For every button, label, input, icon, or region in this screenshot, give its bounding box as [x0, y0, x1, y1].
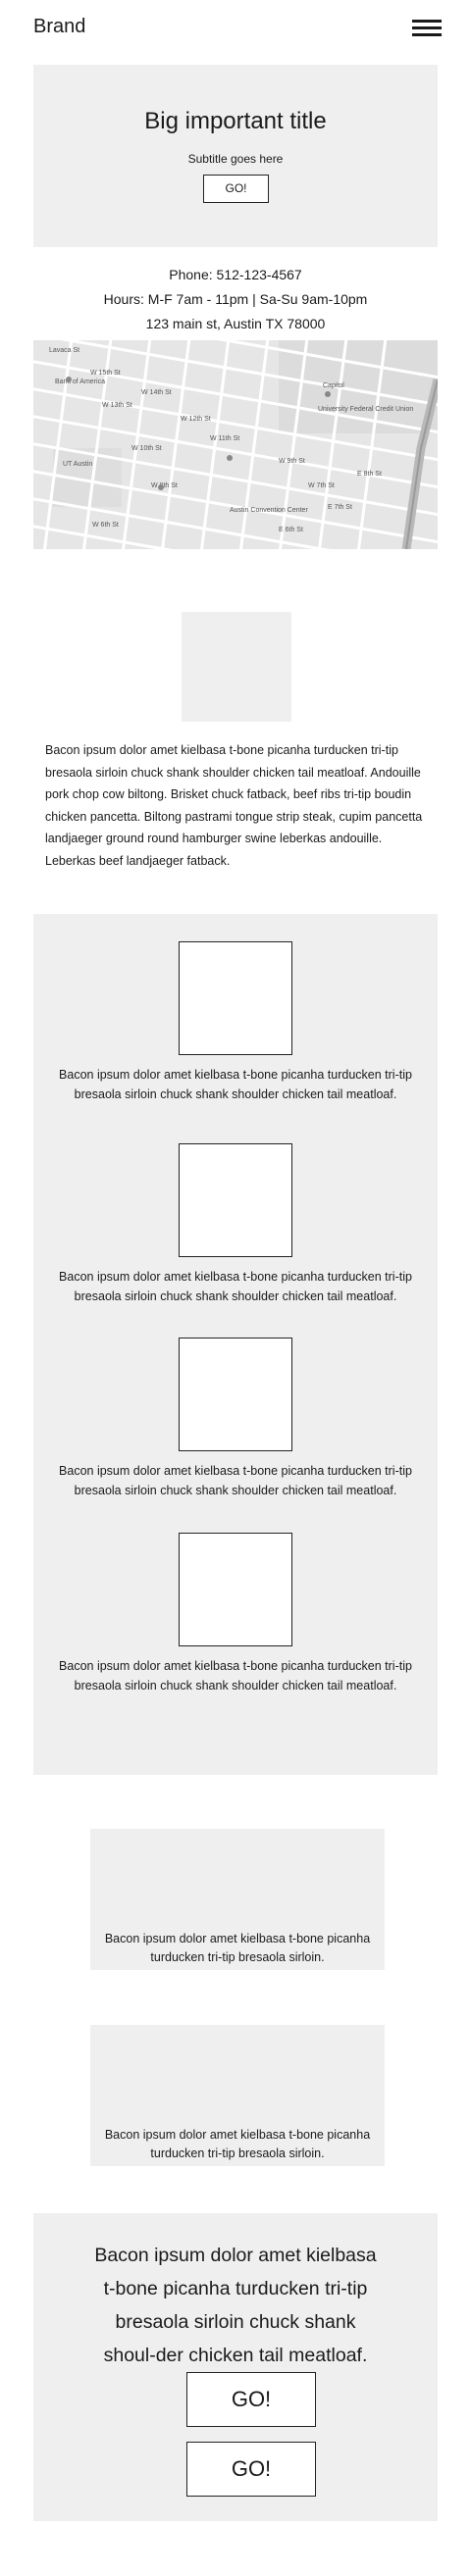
map-street-label: W 9th St: [279, 458, 305, 465]
content-card: Bacon ipsum dolor amet kielbasa t-bone p…: [90, 1829, 385, 1970]
phone-number[interactable]: Phone: 512-123-4567: [0, 263, 471, 287]
feature-image-placeholder: [179, 1533, 292, 1646]
hero-subtitle: Subtitle goes here: [187, 152, 284, 166]
location-map[interactable]: W 15th St W 14th St W 13th St W 12th St …: [33, 340, 438, 549]
map-street-label: W 8th St: [151, 482, 178, 489]
menu-bar: [412, 33, 442, 36]
header: Brand: [0, 0, 471, 55]
menu-bar: [412, 20, 442, 23]
feature-text: Bacon ipsum dolor amet kielbasa t-bone p…: [59, 1068, 412, 1101]
content-card: Bacon ipsum dolor amet kielbasa t-bone p…: [90, 2025, 385, 2166]
hero-section: Big important title Subtitle goes here G…: [33, 65, 438, 247]
feature-image-placeholder: [179, 1338, 292, 1451]
feature-text: Bacon ipsum dolor amet kielbasa t-bone p…: [59, 1464, 412, 1497]
map-graphic: W 15th St W 14th St W 13th St W 12th St …: [33, 340, 438, 549]
map-street-label: W 7th St: [308, 482, 335, 489]
map-street-label: W 13th St: [102, 402, 132, 409]
intro-paragraph: Bacon ipsum dolor amet kielbasa t-bone p…: [45, 743, 423, 868]
map-place-label: University Federal Credit Union: [318, 406, 413, 413]
hamburger-menu-icon[interactable]: [412, 20, 442, 37]
image-placeholder: [182, 612, 291, 722]
card-text: Bacon ipsum dolor amet kielbasa t-bone p…: [104, 1932, 371, 1964]
map-street-label: W 11th St: [210, 435, 239, 442]
map-street-label: W 14th St: [141, 389, 172, 396]
feature-text: Bacon ipsum dolor amet kielbasa t-bone p…: [59, 1659, 412, 1692]
business-hours: Hours: M-F 7am - 11pm | Sa-Su 9am-10pm: [103, 291, 368, 307]
map-place-label: UT Austin: [63, 461, 92, 468]
card-text: Bacon ipsum dolor amet kielbasa t-bone p…: [104, 2128, 371, 2160]
map-place-label: Austin Convention Center: [230, 507, 308, 514]
map-street-label: E 8th St: [357, 471, 382, 478]
menu-bar: [412, 26, 442, 29]
cta-go-button[interactable]: GO!: [186, 2372, 316, 2427]
contact-info: Phone: 512-123-4567 Hours: M-F 7am - 11p…: [0, 263, 471, 336]
map-street-label: W 15th St: [90, 370, 121, 377]
feature-image-placeholder: [179, 941, 292, 1055]
brand-logo[interactable]: Brand: [33, 16, 85, 38]
map-street-label: E 6th St: [279, 527, 303, 533]
hero-go-button[interactable]: GO!: [203, 175, 269, 203]
map-street-label: Lavaca St: [49, 347, 79, 354]
feature-image-placeholder: [179, 1143, 292, 1257]
map-street-label: W 12th St: [181, 416, 211, 423]
map-street-label: W 6th St: [92, 522, 119, 529]
map-place-label: Bank of America: [55, 379, 105, 385]
map-street-label: W 10th St: [131, 445, 162, 452]
cta-go-button-secondary[interactable]: GO!: [186, 2442, 316, 2497]
map-street-label: E 7th St: [328, 504, 352, 511]
feature-text: Bacon ipsum dolor amet kielbasa t-bone p…: [59, 1270, 412, 1303]
features-section: Bacon ipsum dolor amet kielbasa t-bone p…: [33, 914, 438, 1775]
hero-title: Big important title: [144, 108, 327, 134]
cta-text: Bacon ipsum dolor amet kielbasa t-bone p…: [94, 2245, 377, 2366]
cta-section: Bacon ipsum dolor amet kielbasa t-bone p…: [33, 2213, 438, 2521]
map-place-label: Capitol: [323, 382, 344, 389]
address: 123 main st, Austin TX 78000: [145, 316, 326, 331]
